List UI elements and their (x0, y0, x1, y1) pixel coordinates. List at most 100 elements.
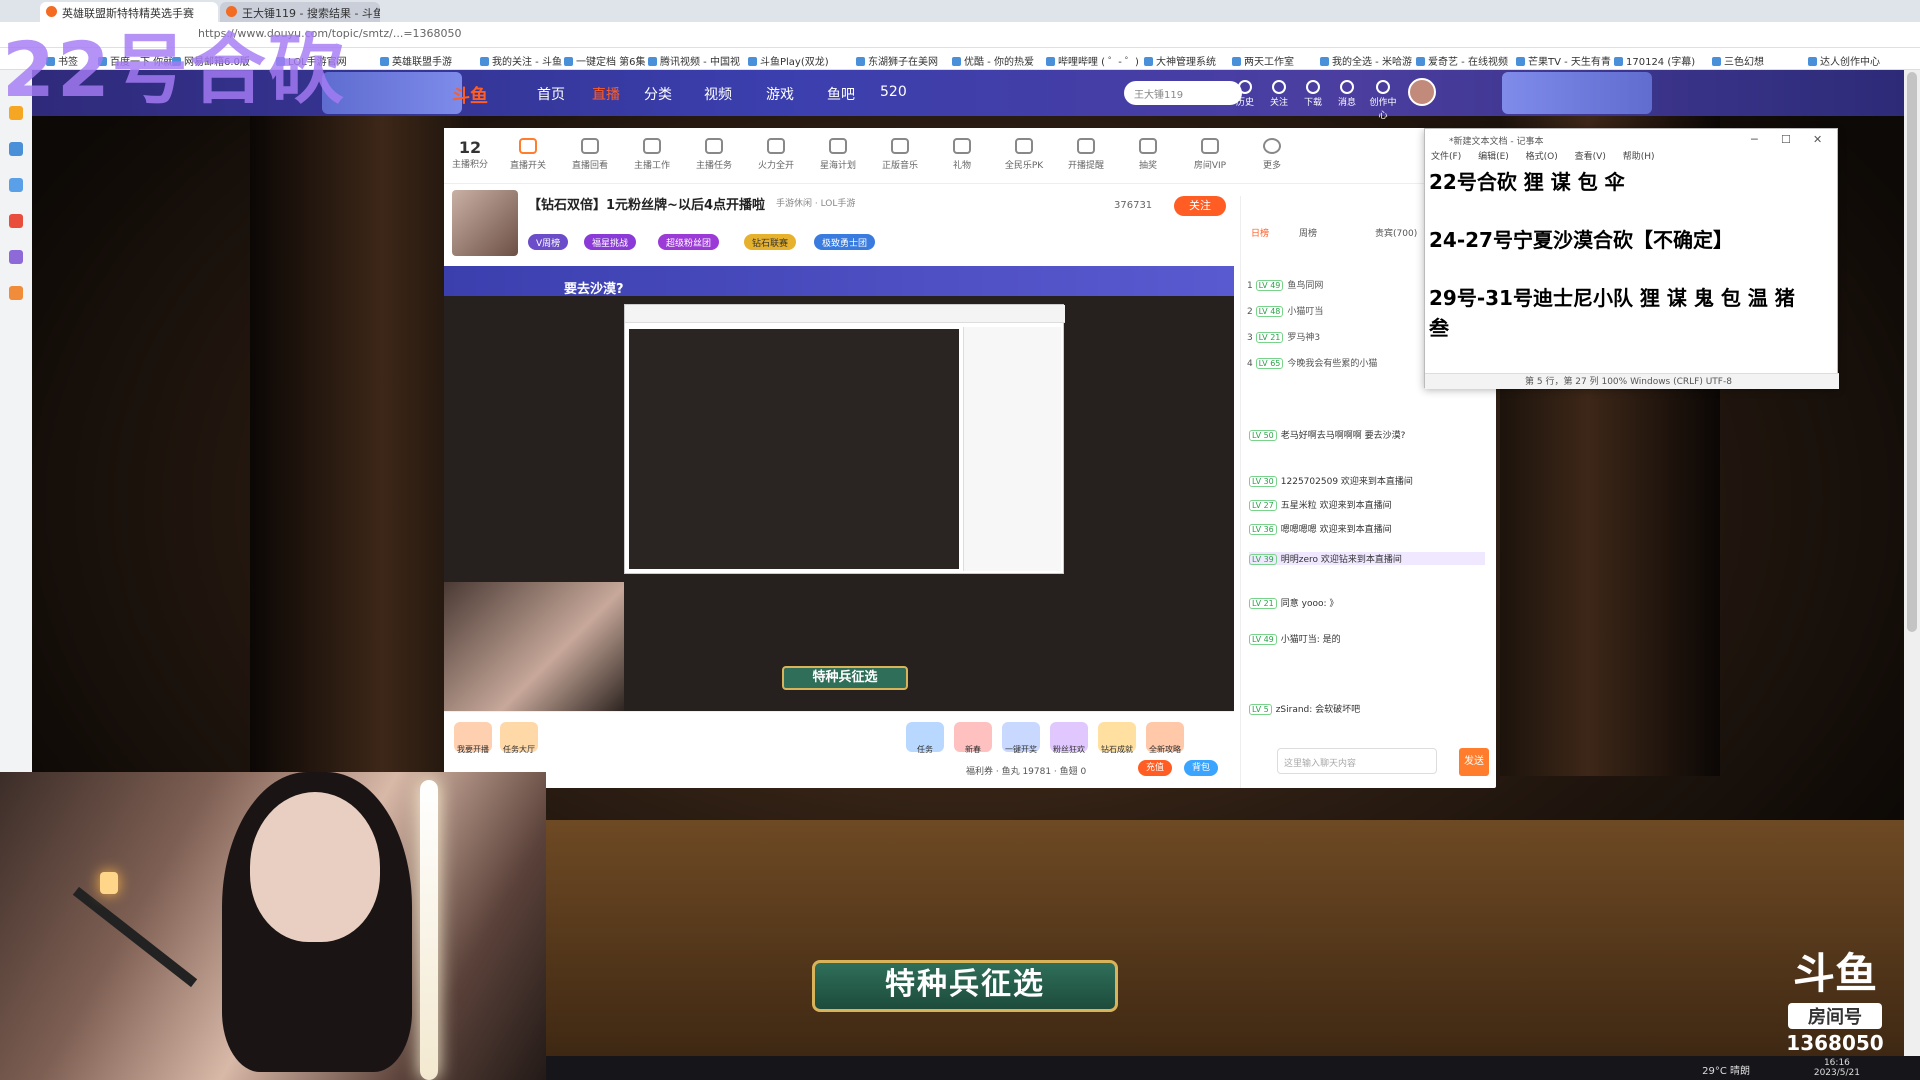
bookmark-item[interactable]: 英雄联盟手游 (380, 53, 452, 68)
bookmark-item[interactable]: 腾讯视频 - 中国视 (648, 53, 740, 68)
maximize-icon[interactable]: ☐ (1781, 133, 1791, 146)
bookmark-item[interactable]: 东湖狮子在美网 (856, 53, 938, 68)
bookmark-item[interactable]: 爱奇艺 - 在线视频 (1416, 53, 1508, 68)
rank-row[interactable]: 1 LV 49 鱼鸟同网 (1247, 278, 1323, 291)
chat-icon[interactable] (9, 142, 23, 156)
send-button[interactable]: 发送 (1459, 748, 1489, 776)
tool-gift[interactable]: 礼物 (940, 138, 984, 171)
gift-item[interactable]: 新春 (954, 722, 992, 754)
tool-anchor-points[interactable]: 12 主播积分 (448, 138, 492, 170)
close-icon[interactable]: ✕ (1813, 133, 1822, 146)
douyu-logo[interactable]: 斗鱼 (452, 82, 488, 108)
anchor-avatar[interactable] (452, 190, 518, 256)
menu-help[interactable]: 帮助(H) (1623, 152, 1655, 162)
backpack-button[interactable]: 背包 (1184, 760, 1218, 776)
pdf-icon[interactable] (9, 214, 23, 228)
download-button[interactable]: 下载 (1296, 80, 1330, 108)
scrollbar-thumb[interactable] (1907, 72, 1917, 632)
gift-item[interactable]: 一键开奖 (1002, 722, 1040, 754)
nav-live[interactable]: 直播 (592, 84, 620, 104)
notepad-text-area[interactable]: 22号合砍 狸 谋 包 伞 24-27号宁夏沙漠合砍【不确定】 29号-31号迪… (1429, 167, 1819, 371)
chat-message[interactable]: LV 39 明明zero 欢迎钻来到本直播间 (1249, 552, 1485, 565)
badge[interactable]: 福星挑战 (584, 234, 637, 250)
history-button[interactable]: 历史 (1228, 80, 1262, 108)
bookmark-item[interactable]: 斗鱼Play(双龙) (748, 53, 829, 68)
bookmark-item[interactable]: 我的全选 - 米哈游 (1320, 53, 1412, 68)
bookmark-item[interactable]: 大神管理系统 (1144, 53, 1216, 68)
gift-item[interactable]: 全新攻略 (1146, 722, 1184, 754)
badge[interactable]: 极致勇士团 (814, 234, 876, 250)
bookmark-item[interactable]: 哔哩哔哩 ( ゜- ゜) (1046, 53, 1139, 68)
tool-music[interactable]: 正版音乐 (878, 138, 922, 171)
chat-message[interactable]: LV 30 1225702509 欢迎来到本直播间 (1249, 474, 1485, 487)
gift-item[interactable]: 任务 (906, 722, 944, 754)
nav-games[interactable]: 游戏 (766, 84, 794, 104)
nav-category[interactable]: 分类 (644, 84, 672, 104)
tool-starsea[interactable]: 星海计划 (816, 138, 860, 171)
rank-row[interactable]: 3 LV 21 罗马神3 (1247, 330, 1320, 343)
follow-button[interactable]: 关注 (1174, 196, 1226, 216)
chat-message[interactable]: LV 27 五星米粒 欢迎来到本直播间 (1249, 498, 1485, 511)
page-scrollbar[interactable] (1904, 70, 1920, 1080)
nav-fishbar[interactable]: 鱼吧 (827, 84, 855, 104)
nav-520[interactable]: 520 (880, 84, 907, 100)
bookmark-item[interactable]: 优酷 - 你的热爱 (952, 53, 1034, 68)
tool-replay[interactable]: 直播回看 (568, 138, 612, 171)
search-input[interactable]: 王大锤119 (1124, 81, 1242, 105)
menu-view[interactable]: 查看(V) (1575, 152, 1606, 162)
nav-video[interactable]: 视频 (704, 84, 732, 104)
gift-item[interactable]: 粉丝狂欢 (1050, 722, 1088, 754)
rank-tab-week[interactable]: 周榜 (1299, 226, 1317, 239)
bookmark-item[interactable]: 我的关注 - 斗鱼 (480, 53, 562, 68)
room-category[interactable]: 手游休闲 · LOL手游 (776, 196, 855, 209)
chat-message[interactable]: LV 50 老马好啊去马啊啊啊 要去沙漠? (1249, 428, 1485, 441)
tool-reminder[interactable]: 开播提醒 (1064, 138, 1108, 171)
badge[interactable]: V周榜 (528, 234, 569, 250)
tool-tasks[interactable]: 主播任务 (692, 138, 736, 171)
system-clock[interactable]: 16:16 2023/5/21 (1814, 1058, 1860, 1078)
rank-tab-day[interactable]: 日榜 (1251, 226, 1269, 239)
follow-list-button[interactable]: 关注 (1262, 80, 1296, 108)
chat-message[interactable]: LV 49 小猫叮当: 是的 (1249, 632, 1485, 645)
menu-edit[interactable]: 编辑(E) (1478, 152, 1509, 162)
bookmark-item[interactable]: 一键定档 第6集 (564, 53, 646, 68)
avatar[interactable] (1408, 78, 1436, 106)
menu-file[interactable]: 文件(F) (1431, 152, 1461, 162)
rank-row[interactable]: 2 LV 48 小猫叮当 (1247, 304, 1323, 317)
search-icon[interactable] (9, 286, 23, 300)
video-player[interactable]: 要去沙漠? 特种兵征选 (444, 266, 1234, 711)
tool-lottery[interactable]: 抽奖 (1126, 138, 1170, 171)
edit-icon[interactable] (9, 250, 23, 264)
chat-message[interactable]: LV 36 嗯嗯嗯嗯 欢迎来到本直播间 (1249, 522, 1485, 535)
recharge-button[interactable]: 充值 (1138, 760, 1172, 776)
badge[interactable]: 超级粉丝团 (658, 234, 720, 250)
tool-vip[interactable]: 房间VIP (1188, 138, 1232, 171)
chat-message[interactable]: LV 21 同意 yooo: 》 (1249, 596, 1485, 609)
rank-tab-vip[interactable]: 贵宾(700) (1375, 226, 1417, 239)
cloud-icon[interactable] (9, 178, 23, 192)
gift-item[interactable]: 任务大厅 (500, 722, 538, 754)
menu-format[interactable]: 格式(O) (1526, 152, 1558, 162)
tool-more[interactable]: 更多 (1250, 138, 1294, 171)
nav-home[interactable]: 首页 (537, 84, 565, 104)
bookmark-item[interactable]: 三色幻想 (1712, 53, 1764, 68)
badge[interactable]: 钻石联赛 (744, 234, 797, 250)
bookmark-item[interactable]: 170124 (字幕) (1614, 53, 1695, 68)
gift-item[interactable]: 钻石成就 (1098, 722, 1136, 754)
tool-pk[interactable]: 全民乐PK (1002, 138, 1046, 171)
tool-live-switch[interactable]: 直播开关 (506, 138, 550, 171)
gift-item[interactable]: 我要开播 (454, 722, 492, 754)
bookmark-item[interactable]: 达人创作中心 (1808, 53, 1880, 68)
rank-row[interactable]: 4 LV 65 今晚我会有些累的小猫 (1247, 356, 1377, 369)
chat-input[interactable]: 这里输入聊天内容 (1277, 748, 1437, 774)
notepad-window[interactable]: *新建文本文档 - 记事本 ─ ☐ ✕ 文件(F) 编辑(E) 格式(O) 查看… (1424, 128, 1839, 389)
messages-button[interactable]: 消息 (1330, 80, 1364, 108)
tool-work[interactable]: 主播工作 (630, 138, 674, 171)
bookmark-item[interactable]: 两天工作室 (1232, 53, 1294, 68)
bookmark-item[interactable]: 芒果TV - 天生有青 (1516, 53, 1611, 68)
chat-message[interactable]: LV 5 zSirand: 会软破坏吧 (1249, 702, 1485, 715)
weather-widget[interactable]: 29°C 晴朗 (1702, 1062, 1750, 1077)
minimize-icon[interactable]: ─ (1751, 133, 1758, 146)
creator-center-button[interactable]: 创作中心 (1366, 80, 1400, 121)
tool-fire[interactable]: 火力全开 (754, 138, 798, 171)
